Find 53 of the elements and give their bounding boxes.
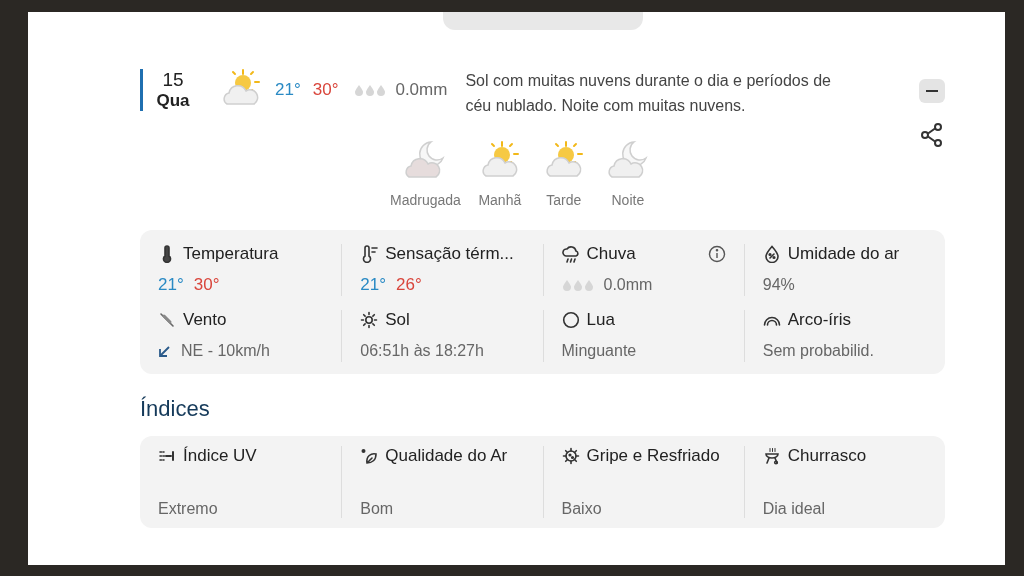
detail-value: NE - 10km/h: [181, 342, 270, 360]
minus-icon: [926, 90, 938, 92]
index-title: Índice UV: [183, 446, 257, 466]
max-temperature: 26°: [395, 275, 422, 295]
moon-circle-icon: [561, 311, 580, 329]
max-temperature: 30°: [312, 80, 339, 100]
share-icon[interactable]: [921, 123, 943, 147]
max-temperature: 30°: [193, 275, 220, 295]
index-title: Churrasco: [787, 446, 867, 466]
index-title: Gripe e Resfriado: [586, 446, 720, 466]
period-label: Noite: [611, 192, 645, 208]
day-number: 15: [162, 69, 184, 91]
index-value: Extremo: [158, 500, 219, 518]
min-temperature: 21°: [360, 275, 386, 295]
info-icon[interactable]: [707, 245, 726, 263]
detail-value: Sem probabilid.: [762, 342, 874, 360]
detail-value: 06:51h às 18:27h: [360, 342, 484, 360]
index-value: Dia ideal: [762, 500, 826, 518]
rain-amount: 0.0mm: [395, 80, 448, 100]
raindrops-icon: [354, 84, 387, 96]
raindrops-icon: [561, 279, 594, 291]
wind-direction-icon: [158, 344, 171, 358]
forecast-summary: Sol com muitas nuvens durante o dia e períodos de céu nublado. Noite com muitas nuvens.: [465, 71, 832, 116]
detail-title: Arco-íris: [787, 310, 852, 330]
detail-value: 94%: [762, 276, 795, 294]
thermometer-icon: [360, 245, 379, 263]
rain-cloud-icon: [561, 245, 580, 263]
period-label: Madrugada: [390, 192, 461, 208]
virus-icon: [561, 447, 580, 465]
weekday: Qua: [156, 91, 190, 111]
detail-title: Temperatura: [183, 244, 279, 264]
rain-amount: 0.0mm: [603, 276, 653, 294]
index-value: Bom: [360, 500, 395, 518]
detail-value: Minguante: [561, 342, 637, 360]
detail-title: Vento: [183, 310, 227, 330]
detail-title: Sensação térm...: [385, 244, 514, 264]
index-value: Baixo: [561, 500, 603, 518]
min-temperature: 21°: [158, 275, 184, 295]
humidity-drop-icon: [762, 245, 781, 263]
min-temperature: 21°: [275, 80, 301, 100]
moon-cloud-icon: [605, 140, 650, 180]
sun-icon: [360, 311, 379, 329]
detail-title: Lua: [586, 310, 615, 330]
detail-title: Umidade do ar: [787, 244, 900, 264]
detail-title: Sol: [385, 310, 410, 330]
period-label: Manhã: [478, 192, 522, 208]
period-label: Tarde: [546, 192, 582, 208]
collapse-button[interactable]: [919, 79, 945, 103]
index-title: Qualidade do Ar: [385, 446, 508, 466]
leaf-icon: [360, 447, 379, 465]
grill-icon: [762, 447, 781, 465]
detail-title: Chuva: [586, 244, 636, 264]
section-title: Índices: [140, 396, 211, 423]
